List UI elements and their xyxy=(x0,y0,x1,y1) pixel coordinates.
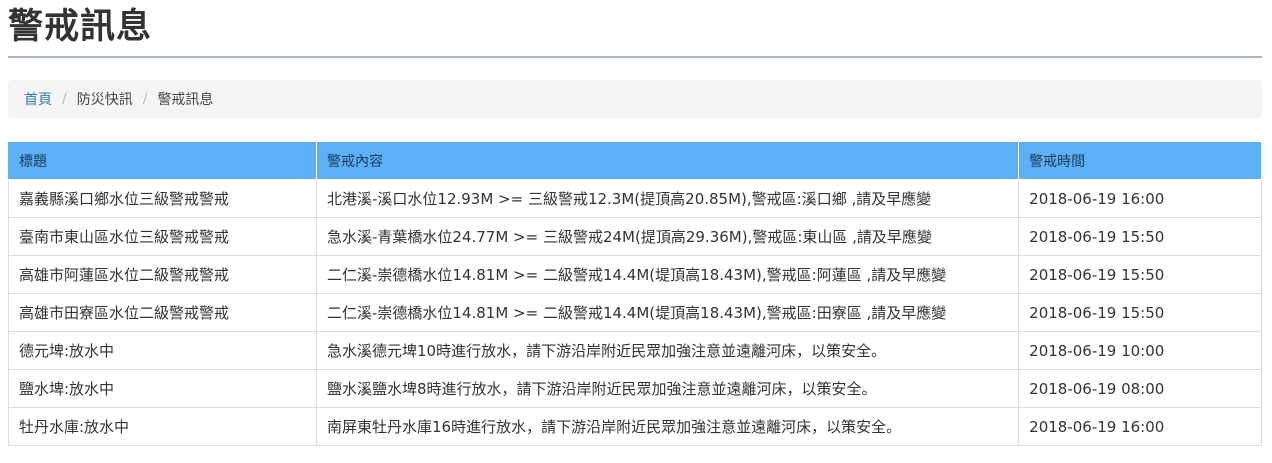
header-content: 警戒內容 xyxy=(315,141,1020,180)
alert-title: 高雄市田寮區水位二級警戒警戒 xyxy=(8,293,317,332)
alert-content: 二仁溪-崇德橋水位14.81M >= 二級警戒14.4M(堤頂高18.43M),… xyxy=(315,255,1020,294)
table-row: 牡丹水庫:放水中 南屏東牡丹水庫16時進行放水，請下游沿岸附近民眾加強注意並遠離… xyxy=(8,407,1262,446)
alert-time: 2018-06-19 16:00 xyxy=(1018,407,1262,446)
header-title: 標題 xyxy=(8,141,317,180)
alert-title: 德元埤:放水中 xyxy=(8,331,317,370)
alert-time: 2018-06-19 10:00 xyxy=(1018,331,1262,370)
breadcrumb-home-link[interactable]: 首頁 xyxy=(24,89,52,109)
table-row: 德元埤:放水中 急水溪德元埤10時進行放水，請下游沿岸附近民眾加強注意並遠離河床… xyxy=(8,331,1262,370)
alert-title: 高雄市阿蓮區水位二級警戒警戒 xyxy=(8,255,317,294)
breadcrumb-separator: / xyxy=(62,91,67,107)
table-row: 高雄市田寮區水位二級警戒警戒 二仁溪-崇德橋水位14.81M >= 二級警戒14… xyxy=(8,293,1262,332)
alert-title: 牡丹水庫:放水中 xyxy=(8,407,317,446)
alert-content: 北港溪-溪口水位12.93M >= 三級警戒12.3M(提頂高20.85M),警… xyxy=(315,179,1020,218)
breadcrumb-separator: / xyxy=(142,91,148,107)
breadcrumb-current: 警戒訊息 xyxy=(157,92,214,108)
page-title: 警戒訊息 xyxy=(8,4,1262,58)
alert-content: 南屏東牡丹水庫16時進行放水，請下游沿岸附近民眾加強注意並遠離河床，以策安全。 xyxy=(315,407,1020,446)
alert-content: 鹽水溪鹽水埤8時進行放水，請下游沿岸附近民眾加強注意並遠離河床，以策安全。 xyxy=(315,369,1020,408)
alert-content: 二仁溪-崇德橋水位14.81M >= 二級警戒14.4M(堤頂高18.43M),… xyxy=(315,293,1020,332)
alert-content: 急水溪-青葉橋水位24.77M >= 三級警戒24M(提頂高29.36M),警戒… xyxy=(315,217,1020,256)
table-header-row: 標題 警戒內容 警戒時間 xyxy=(8,141,1262,180)
alert-time: 2018-06-19 15:50 xyxy=(1018,255,1262,294)
table-row: 高雄市阿蓮區水位二級警戒警戒 二仁溪-崇德橋水位14.81M >= 二級警戒14… xyxy=(8,255,1262,294)
alert-title: 鹽水埤:放水中 xyxy=(8,369,317,408)
alert-title: 嘉義縣溪口鄉水位三級警戒警戒 xyxy=(8,179,317,218)
breadcrumb: 首頁 / 防災快訊 / 警戒訊息 xyxy=(8,80,1262,118)
alerts-table: 標題 警戒內容 警戒時間 嘉義縣溪口鄉水位三級警戒警戒 北港溪-溪口水位12.9… xyxy=(8,141,1262,446)
table-row: 臺南市東山區水位三級警戒警戒 急水溪-青葉橋水位24.77M >= 三級警戒24… xyxy=(8,217,1262,256)
table-row: 嘉義縣溪口鄉水位三級警戒警戒 北港溪-溪口水位12.93M >= 三級警戒12.… xyxy=(8,179,1262,218)
breadcrumb-section: 防災快訊 xyxy=(76,92,133,108)
alert-title: 臺南市東山區水位三級警戒警戒 xyxy=(8,217,317,256)
header-time: 警戒時間 xyxy=(1018,141,1262,180)
table-row: 鹽水埤:放水中 鹽水溪鹽水埤8時進行放水，請下游沿岸附近民眾加強注意並遠離河床，… xyxy=(8,369,1262,408)
alert-content: 急水溪德元埤10時進行放水，請下游沿岸附近民眾加強注意並遠離河床，以策安全。 xyxy=(315,331,1020,370)
alert-time: 2018-06-19 08:00 xyxy=(1018,369,1262,408)
alert-time: 2018-06-19 15:50 xyxy=(1018,293,1262,332)
alert-time: 2018-06-19 16:00 xyxy=(1018,179,1262,218)
alert-time: 2018-06-19 15:50 xyxy=(1018,217,1262,256)
